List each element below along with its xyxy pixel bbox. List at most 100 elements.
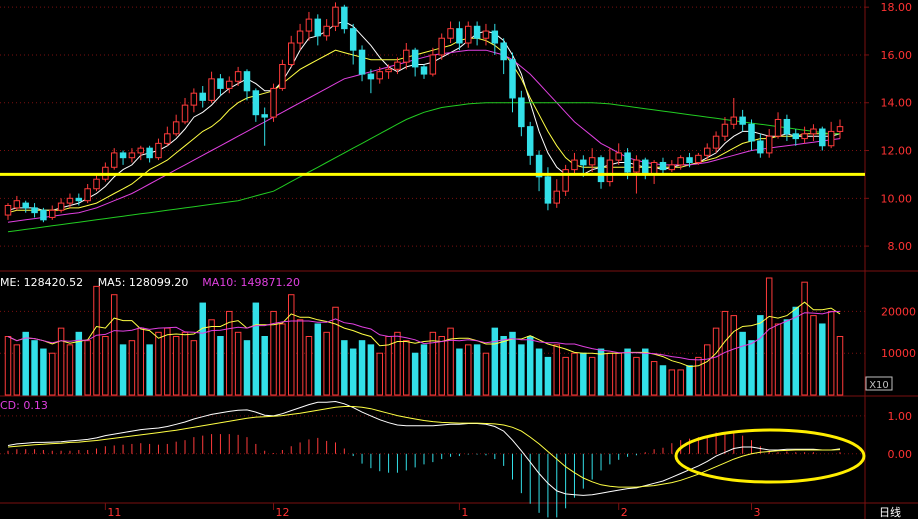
- candle-body: [721, 123, 729, 137]
- candle-body: [473, 25, 481, 39]
- candle-body: [624, 152, 631, 173]
- volume-bar: [801, 281, 808, 396]
- candle-body: [668, 164, 676, 171]
- volume-bar: [544, 356, 552, 396]
- x-tick-label: 1: [461, 506, 468, 519]
- volume-bar: [84, 340, 91, 396]
- volume-bar: [553, 344, 561, 396]
- volume-bar: [367, 344, 375, 396]
- volume-tick-label: 10000: [881, 347, 916, 360]
- candle-body: [703, 147, 711, 156]
- volume-legend-item: MA5: 128099.20: [98, 276, 189, 289]
- volume-bar: [695, 356, 702, 396]
- price-tick-label: 10.00: [881, 192, 913, 205]
- candle-body: [40, 209, 47, 221]
- volume-bar: [358, 340, 366, 396]
- volume-bar: [155, 331, 162, 396]
- candle-body: [31, 207, 38, 214]
- candle-body: [730, 116, 738, 125]
- candle-body: [279, 64, 286, 89]
- candle-body: [217, 78, 224, 89]
- volume-legend-item: ME: 128420.52: [0, 276, 83, 289]
- candle-body: [155, 142, 162, 159]
- candle-body: [110, 152, 118, 168]
- volume-bar: [482, 352, 490, 396]
- candle-body: [137, 147, 145, 154]
- candle-body: [49, 209, 56, 218]
- candle-body: [526, 126, 534, 156]
- candle-body: [827, 130, 835, 147]
- candle-body: [296, 30, 304, 44]
- volume-bar: [571, 352, 578, 396]
- candle-body: [172, 121, 180, 135]
- candle-body: [234, 71, 242, 82]
- candle-body: [509, 59, 516, 99]
- volume-bar: [4, 336, 12, 396]
- volume-bar: [296, 319, 304, 396]
- volume-bar: [810, 315, 817, 396]
- volume-bar: [836, 336, 844, 396]
- volume-bar: [49, 352, 56, 396]
- candle-body: [403, 49, 410, 63]
- volume-bar: [252, 302, 260, 396]
- ma-line-ma60: [7, 102, 840, 233]
- candle-body: [128, 152, 136, 159]
- candle-body: [819, 128, 826, 147]
- candle-body: [164, 133, 171, 144]
- volume-bar: [792, 306, 799, 396]
- volume-bar: [465, 344, 472, 396]
- candle-body: [367, 73, 375, 80]
- candle-body: [13, 200, 21, 209]
- volume-bar: [456, 348, 463, 396]
- volume-bar: [438, 336, 445, 396]
- volume-tick-label: 20000: [881, 305, 916, 318]
- volume-bar: [615, 352, 622, 396]
- candle-body: [650, 161, 658, 175]
- volume-bar: [31, 340, 38, 396]
- volume-bar: [102, 336, 109, 396]
- candle-body: [757, 140, 764, 154]
- candle-body: [4, 204, 12, 216]
- macd-tick-label: 0.00: [888, 448, 913, 461]
- candle-body: [465, 25, 472, 44]
- candle-body: [438, 37, 445, 56]
- volume-bar: [765, 277, 773, 396]
- candle-body: [287, 42, 295, 66]
- candle-body: [765, 135, 773, 154]
- candle-body: [456, 28, 463, 44]
- candle-body: [739, 116, 746, 125]
- volume-bar: [199, 302, 206, 396]
- candle-body: [22, 202, 29, 209]
- candle-body: [659, 161, 667, 171]
- stock-chart: 8.00 10.00 12.00 14.00 16.00 18.00 10000 20000 1…: [0, 0, 918, 519]
- candle-body: [562, 169, 569, 192]
- candle-body: [146, 147, 153, 159]
- volume-bar: [420, 344, 428, 396]
- volume-bar: [93, 285, 100, 396]
- candle-body: [199, 92, 206, 101]
- volume-bar: [349, 348, 357, 396]
- volume-bar: [624, 348, 631, 396]
- candle-body: [66, 197, 74, 204]
- volume-bar: [757, 315, 764, 396]
- candle-body: [261, 114, 268, 118]
- volume-bar: [668, 369, 676, 396]
- volume-bar: [535, 348, 543, 396]
- candle-body: [190, 92, 198, 106]
- volume-bar: [686, 365, 693, 396]
- volume-bar: [403, 340, 410, 396]
- candle-body: [633, 159, 640, 173]
- volume-bar: [500, 336, 507, 396]
- volume-bar: [783, 319, 791, 396]
- volume-bar: [703, 344, 711, 396]
- candle-body: [75, 197, 83, 202]
- candle-body: [606, 159, 614, 183]
- volume-bar: [659, 365, 667, 396]
- x-tick-label: 11: [107, 506, 121, 519]
- candle-body: [571, 159, 578, 171]
- x-tick-label: 3: [753, 506, 760, 519]
- candle-body: [588, 157, 596, 166]
- volume-bar: [22, 331, 29, 396]
- candle-body: [376, 71, 383, 80]
- volume-unit-label: X10: [869, 380, 889, 391]
